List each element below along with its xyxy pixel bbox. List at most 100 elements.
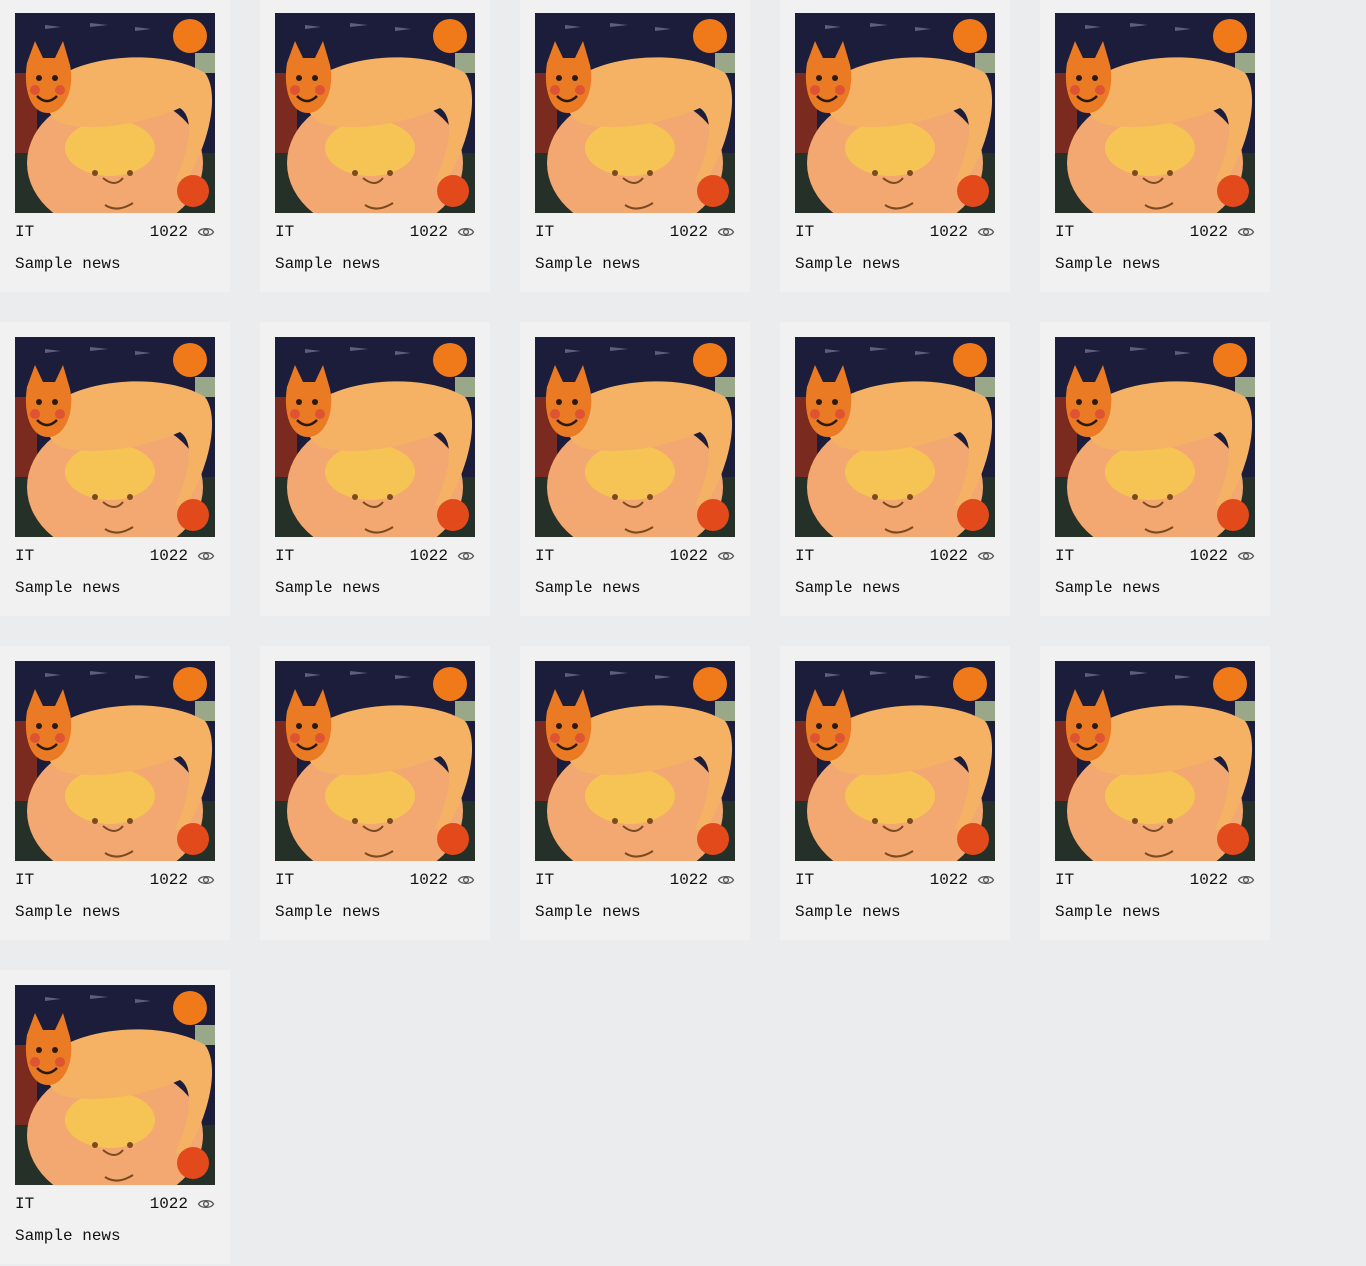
- news-meta: IT 1022: [795, 870, 995, 890]
- eye-icon: [977, 551, 995, 561]
- news-meta: IT 1022: [15, 1194, 215, 1214]
- eye-icon: [977, 875, 995, 885]
- news-title[interactable]: Sample news: [275, 254, 475, 274]
- news-meta: IT 1022: [795, 546, 995, 566]
- news-title[interactable]: Sample news: [535, 578, 735, 598]
- news-card[interactable]: IT 1022 Sample news: [0, 646, 230, 940]
- news-card[interactable]: IT 1022 Sample news: [780, 322, 1010, 616]
- news-views: 1022: [150, 1195, 215, 1213]
- news-title[interactable]: Sample news: [535, 902, 735, 922]
- view-count: 1022: [409, 547, 448, 565]
- eye-icon: [977, 227, 995, 237]
- view-count: 1022: [929, 547, 968, 565]
- news-title[interactable]: Sample news: [1055, 254, 1255, 274]
- news-meta: IT 1022: [275, 546, 475, 566]
- news-thumbnail[interactable]: [15, 985, 215, 1185]
- news-meta: IT 1022: [275, 222, 475, 242]
- news-title[interactable]: Sample news: [275, 902, 475, 922]
- news-card[interactable]: IT 1022 Sample news: [260, 322, 490, 616]
- news-title[interactable]: Sample news: [795, 254, 995, 274]
- news-title[interactable]: Sample news: [535, 254, 735, 274]
- news-category: IT: [15, 1195, 35, 1213]
- news-card[interactable]: IT 1022 Sample news: [260, 0, 490, 292]
- news-meta: IT 1022: [1055, 870, 1255, 890]
- news-card[interactable]: IT 1022 Sample news: [780, 646, 1010, 940]
- news-views: 1022: [1190, 871, 1255, 889]
- news-title[interactable]: Sample news: [795, 902, 995, 922]
- eye-icon: [717, 227, 735, 237]
- news-title[interactable]: Sample news: [15, 1226, 215, 1246]
- news-category: IT: [535, 547, 555, 565]
- news-views: 1022: [670, 871, 735, 889]
- eye-icon: [1237, 875, 1255, 885]
- news-thumbnail[interactable]: [275, 13, 475, 213]
- news-meta: IT 1022: [1055, 222, 1255, 242]
- eye-icon: [457, 227, 475, 237]
- news-title[interactable]: Sample news: [795, 578, 995, 598]
- news-thumbnail[interactable]: [795, 661, 995, 861]
- news-card[interactable]: IT 1022 Sample news: [1040, 646, 1270, 940]
- news-title[interactable]: Sample news: [275, 578, 475, 598]
- news-card[interactable]: IT 1022 Sample news: [520, 646, 750, 940]
- news-category: IT: [1055, 871, 1075, 889]
- news-thumbnail[interactable]: [1055, 337, 1255, 537]
- view-count: 1022: [669, 547, 708, 565]
- news-card[interactable]: IT 1022 Sample news: [520, 0, 750, 292]
- news-title[interactable]: Sample news: [1055, 902, 1255, 922]
- news-category: IT: [15, 871, 35, 889]
- news-thumbnail[interactable]: [1055, 13, 1255, 213]
- news-thumbnail[interactable]: [795, 13, 995, 213]
- news-meta: IT 1022: [15, 546, 215, 566]
- news-thumbnail[interactable]: [275, 661, 475, 861]
- news-category: IT: [275, 547, 295, 565]
- news-title[interactable]: Sample news: [15, 902, 215, 922]
- eye-icon: [717, 875, 735, 885]
- view-count: 1022: [929, 223, 968, 241]
- news-card[interactable]: IT 1022 Sample news: [1040, 322, 1270, 616]
- news-card[interactable]: IT 1022 Sample news: [780, 0, 1010, 292]
- eye-icon: [197, 875, 215, 885]
- news-card[interactable]: IT 1022 Sample news: [0, 0, 230, 292]
- news-title[interactable]: Sample news: [15, 254, 215, 274]
- news-category: IT: [535, 871, 555, 889]
- news-thumbnail[interactable]: [535, 13, 735, 213]
- news-category: IT: [275, 223, 295, 241]
- news-meta: IT 1022: [795, 222, 995, 242]
- news-thumbnail[interactable]: [15, 337, 215, 537]
- news-thumbnail[interactable]: [15, 661, 215, 861]
- view-count: 1022: [1189, 223, 1228, 241]
- view-count: 1022: [669, 871, 708, 889]
- news-card[interactable]: IT 1022 Sample news: [520, 322, 750, 616]
- news-card[interactable]: IT 1022 Sample news: [0, 322, 230, 616]
- news-card[interactable]: IT 1022 Sample news: [0, 970, 230, 1264]
- news-views: 1022: [410, 223, 475, 241]
- news-thumbnail[interactable]: [275, 337, 475, 537]
- news-meta: IT 1022: [15, 870, 215, 890]
- news-thumbnail[interactable]: [15, 13, 215, 213]
- news-card[interactable]: IT 1022 Sample news: [260, 646, 490, 940]
- eye-icon: [1237, 551, 1255, 561]
- news-category: IT: [1055, 223, 1075, 241]
- news-category: IT: [795, 223, 815, 241]
- view-count: 1022: [149, 223, 188, 241]
- view-count: 1022: [1189, 547, 1228, 565]
- view-count: 1022: [669, 223, 708, 241]
- eye-icon: [197, 551, 215, 561]
- news-thumbnail[interactable]: [1055, 661, 1255, 861]
- news-views: 1022: [930, 223, 995, 241]
- view-count: 1022: [149, 871, 188, 889]
- news-thumbnail[interactable]: [795, 337, 995, 537]
- news-grid: IT 1022 Sample news IT 1022 Sample news …: [0, 0, 1366, 1266]
- news-meta: IT 1022: [1055, 546, 1255, 566]
- news-thumbnail[interactable]: [535, 337, 735, 537]
- news-views: 1022: [150, 547, 215, 565]
- news-title[interactable]: Sample news: [1055, 578, 1255, 598]
- news-category: IT: [15, 547, 35, 565]
- news-thumbnail[interactable]: [535, 661, 735, 861]
- news-views: 1022: [1190, 223, 1255, 241]
- news-card[interactable]: IT 1022 Sample news: [1040, 0, 1270, 292]
- view-count: 1022: [149, 547, 188, 565]
- news-title[interactable]: Sample news: [15, 578, 215, 598]
- eye-icon: [457, 551, 475, 561]
- news-views: 1022: [410, 871, 475, 889]
